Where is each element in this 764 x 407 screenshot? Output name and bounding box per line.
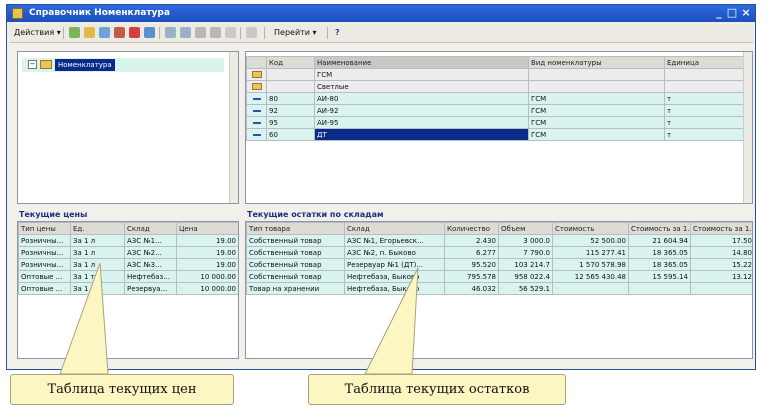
callout-pointers xyxy=(59,262,419,375)
stock-callout: Таблица текущих остатков xyxy=(308,374,566,405)
stock-callout-pointer xyxy=(364,267,419,375)
prices-callout-pointer xyxy=(59,262,109,375)
prices-callout: Таблица текущих цен xyxy=(10,374,234,405)
